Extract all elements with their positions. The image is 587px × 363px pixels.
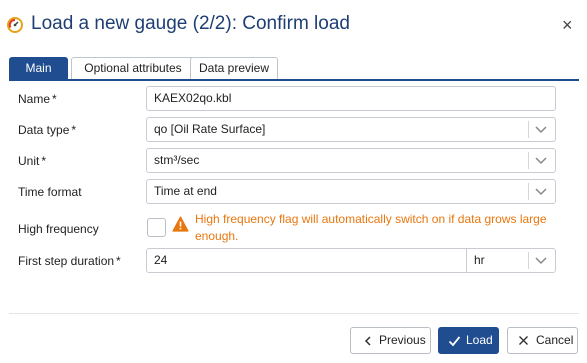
- warning-triangle-icon: [172, 216, 189, 232]
- tab-data-preview[interactable]: Data preview: [190, 57, 278, 79]
- first-step-unit-select[interactable]: hr: [466, 248, 556, 273]
- name-input[interactable]: KAEX02qo.kbl: [146, 86, 556, 111]
- close-icon[interactable]: ×: [562, 15, 573, 35]
- time-format-value: Time at end: [154, 184, 217, 198]
- first-step-unit-value: hr: [474, 253, 485, 267]
- high-frequency-label: High frequency: [18, 222, 99, 236]
- tab-main[interactable]: Main: [9, 57, 68, 79]
- dialog-title: Load a new gauge (2/2): Confirm load: [31, 13, 350, 34]
- load-button[interactable]: Load: [438, 327, 499, 354]
- data-type-label: Data type *: [18, 123, 77, 137]
- close-icon: [519, 336, 528, 345]
- unit-label: Unit *: [18, 154, 47, 168]
- name-label: Name *: [18, 92, 57, 106]
- chevron-down-icon: [535, 188, 547, 196]
- tab-underline: [9, 79, 579, 81]
- unit-value: stm³/sec: [154, 153, 200, 167]
- chevron-down-icon: [535, 157, 547, 165]
- time-format-select[interactable]: Time at end: [146, 179, 556, 204]
- time-format-label: Time format: [18, 185, 82, 199]
- tab-optional-attributes[interactable]: Optional attributes: [71, 57, 195, 79]
- gauge-icon: [7, 17, 23, 33]
- unit-select[interactable]: stm³/sec: [146, 148, 556, 173]
- footer-divider: [9, 313, 579, 314]
- first-step-label: First step duration *: [18, 254, 121, 268]
- data-type-select[interactable]: qo [Oil Rate Surface]: [146, 117, 556, 142]
- first-step-input[interactable]: 24: [146, 248, 467, 273]
- high-frequency-checkbox[interactable]: [147, 218, 166, 237]
- previous-button[interactable]: Previous: [350, 327, 431, 354]
- high-frequency-warning: High frequency flag will automatically s…: [195, 212, 547, 243]
- chevron-left-icon: [364, 336, 371, 346]
- data-type-value: qo [Oil Rate Surface]: [154, 122, 266, 136]
- chevron-down-icon: [535, 126, 547, 134]
- dialog-header: Load a new gauge (2/2): Confirm load ×: [0, 0, 587, 52]
- cancel-button[interactable]: Cancel: [507, 327, 578, 354]
- chevron-down-icon: [535, 257, 547, 265]
- check-icon: [448, 336, 461, 347]
